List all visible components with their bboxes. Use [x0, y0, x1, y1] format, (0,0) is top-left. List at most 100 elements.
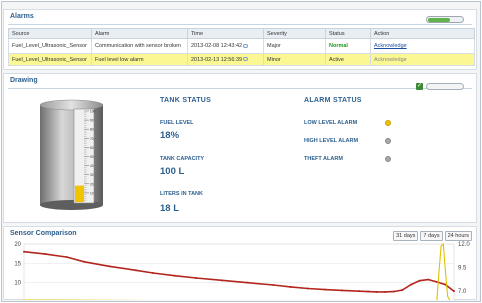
- col-header-status[interactable]: Status: [325, 28, 371, 39]
- alarms-title: Alarms: [10, 13, 34, 20]
- low-level-alarm-indicator: [385, 120, 391, 126]
- acknowledge-disabled: Acknowledge: [374, 56, 407, 63]
- acknowledge-link[interactable]: Acknowledge: [374, 43, 407, 49]
- col-header-alarm[interactable]: Alarm: [91, 28, 188, 39]
- series-point: [401, 289, 404, 292]
- y-left-tick-label: 20: [14, 242, 21, 248]
- tank-capacity-label: TANK CAPACITY: [160, 156, 205, 162]
- cell-time: 2013-02-13 12:56:39: [187, 53, 264, 66]
- series-point: [341, 289, 344, 292]
- col-header-time[interactable]: Time: [187, 28, 264, 39]
- gauge-tick-label: 100: [90, 110, 96, 114]
- series-point: [220, 279, 223, 282]
- series-point: [410, 283, 412, 286]
- comment-icon[interactable]: [243, 43, 249, 48]
- liters-label: LITERS IN TANK: [160, 191, 203, 197]
- series-point: [375, 290, 378, 293]
- gauge-tick-label: 10: [90, 191, 94, 195]
- series-point: [195, 277, 197, 280]
- drawing-title: Drawing: [10, 77, 38, 84]
- series-point: [384, 290, 387, 293]
- drawing-panel: Drawing ✓ 100 90 80 70 60 50 40 30 20 10 TANK STA…: [3, 73, 477, 223]
- tank-capacity-value: 100 L: [160, 166, 185, 177]
- title-divider: [8, 24, 472, 25]
- gauge-tick-label: 60: [90, 146, 94, 150]
- title-divider: [8, 88, 472, 89]
- gauge-tick-label: 30: [90, 173, 94, 177]
- sensor-comparison-panel: Sensor Comparison 31 days 7 days 24 hour…: [3, 226, 477, 300]
- series-point: [427, 278, 430, 281]
- tank-top: [39, 99, 104, 111]
- drawing-controls: ✓: [416, 83, 464, 90]
- series-point: [453, 290, 455, 293]
- high-level-alarm-indicator: [385, 138, 391, 144]
- tank-status-heading: TANK STATUS: [160, 97, 212, 104]
- cell-status: Active: [325, 53, 371, 66]
- series-point: [23, 250, 25, 253]
- gauge-tick-label: 20: [90, 182, 94, 186]
- gauge-tick-label: 90: [90, 119, 94, 123]
- cell-severity: Minor: [263, 53, 326, 66]
- cell-action: Acknowledge: [370, 53, 475, 66]
- alarms-table: Source Alarm Time Severity Status Action…: [8, 28, 475, 66]
- sensor-title: Sensor Comparison: [10, 230, 77, 237]
- comment-icon[interactable]: [243, 57, 249, 62]
- table-row-selected[interactable]: Fuel_Level_Ultrasonic_Sensor Fuel level …: [8, 53, 475, 66]
- fuel-level-value: 18%: [160, 130, 180, 141]
- series-point: [134, 269, 137, 272]
- low-level-alarm-label: LOW LEVEL ALARM: [304, 120, 358, 126]
- sensor-chart: 20 15 10 12.0 9.5 7.0: [14, 242, 470, 300]
- theft-alarm-indicator: [385, 156, 391, 162]
- fuel-level-label: FUEL LEVEL: [160, 120, 194, 126]
- cell-alarm: Fuel level low alarm: [91, 53, 188, 66]
- col-header-source[interactable]: Source: [8, 28, 92, 39]
- drawing-toggle[interactable]: [426, 83, 464, 90]
- alarms-toggle[interactable]: [426, 16, 464, 23]
- series-point: [435, 280, 438, 283]
- cell-source: Fuel_Level_Ultrasonic_Sensor: [8, 38, 92, 54]
- y-left-tick-label: 10: [14, 281, 21, 287]
- y-right-tick-label: 12.0: [458, 242, 470, 248]
- table-header-row: Source Alarm Time Severity Status Action: [8, 28, 475, 39]
- liters-value: 18 L: [160, 203, 180, 214]
- series-point: [392, 290, 395, 293]
- col-header-severity[interactable]: Severity: [263, 28, 326, 39]
- cell-time: 2013-02-08 12:43:42: [187, 38, 264, 54]
- series-point: [246, 281, 249, 284]
- cell-source: Fuel_Level_Ultrasonic_Sensor: [8, 53, 92, 66]
- alarms-panel: Alarms Source Alarm Time Severity Status…: [3, 9, 477, 70]
- theft-alarm-label: THEFT ALARM: [304, 156, 343, 162]
- series-point: [272, 283, 275, 286]
- y-right-tick-label: 9.5: [458, 265, 467, 271]
- gauge-tick-label: 80: [90, 128, 94, 132]
- cell-action: Acknowledge: [370, 38, 475, 54]
- table-row[interactable]: Fuel_Level_Ultrasonic_Sensor Communicati…: [8, 38, 475, 54]
- series-point: [418, 279, 421, 282]
- alarm-status-heading: ALARM STATUS: [304, 97, 362, 104]
- check-icon[interactable]: ✓: [416, 83, 423, 90]
- gauge-tick-label: 40: [90, 164, 94, 168]
- gauge-tick-label: 50: [90, 155, 94, 159]
- time-text: 2013-02-13 12:56:39: [191, 56, 243, 63]
- series-point: [367, 290, 369, 293]
- series-point: [173, 274, 176, 277]
- series-point: [44, 253, 47, 256]
- level-fill: [75, 185, 84, 202]
- time-text: 2013-02-08 12:43:42: [191, 43, 243, 49]
- cell-alarm: Communication with sensor broken: [91, 38, 188, 54]
- y-right-tick-label: 7.0: [458, 289, 467, 295]
- series-point: [289, 285, 292, 288]
- y-left-tick-label: 15: [14, 261, 21, 267]
- toggle-fill: [428, 18, 450, 22]
- series-point: [83, 260, 86, 263]
- high-level-alarm-label: HIGH LEVEL ALARM: [304, 138, 359, 144]
- series-point: [324, 288, 326, 291]
- col-header-action[interactable]: Action: [370, 28, 475, 39]
- cell-severity: Major: [263, 38, 326, 54]
- fuel-tank-graphic: 100 90 80 70 60 50 40 30 20 10: [39, 99, 104, 210]
- series-point: [306, 287, 309, 290]
- series-point: [358, 290, 361, 293]
- series-point: [109, 265, 111, 268]
- cell-status: Normal: [325, 38, 371, 54]
- gauge-tick-label: 70: [90, 137, 94, 141]
